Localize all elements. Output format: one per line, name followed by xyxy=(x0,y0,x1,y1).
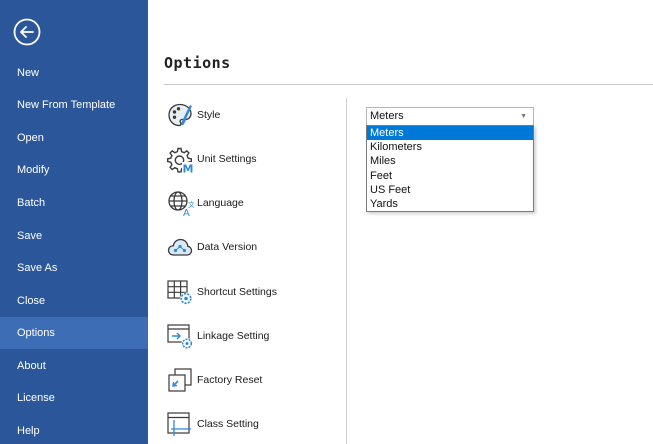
keyboard-gear-icon xyxy=(167,280,192,305)
unit-select[interactable]: Meters ▼ xyxy=(366,107,534,126)
sidebar-item-new[interactable]: New xyxy=(0,57,148,89)
category-shortcut-settings[interactable]: Shortcut Settings xyxy=(166,277,277,307)
svg-text:A: A xyxy=(183,208,190,217)
cloud-icon xyxy=(167,238,193,256)
unit-option-us-feet[interactable]: US Feet xyxy=(367,183,533,197)
svg-text:文: 文 xyxy=(188,200,194,209)
sidebar-item-help[interactable]: Help xyxy=(0,415,148,444)
unit-select-value: Meters xyxy=(370,110,404,122)
category-factory-reset-label: Factory Reset xyxy=(197,374,263,386)
category-data-version[interactable]: Data Version xyxy=(166,232,257,262)
category-linkage-setting[interactable]: Linkage Setting xyxy=(166,321,269,351)
sidebar-item-license[interactable]: License xyxy=(0,382,148,414)
sidebar-item-options[interactable]: Options xyxy=(0,317,148,349)
category-shortcut-settings-label: Shortcut Settings xyxy=(197,286,277,298)
sidebar-item-save-as[interactable]: Save As xyxy=(0,252,148,284)
window-link-icon xyxy=(167,324,193,349)
backstage-sidebar: New New From Template Open Modify Batch … xyxy=(0,0,148,444)
category-linkage-setting-label: Linkage Setting xyxy=(197,330,270,342)
sidebar-item-modify[interactable]: Modify xyxy=(0,154,148,186)
category-style-label: Style xyxy=(197,109,221,121)
sidebar-item-close[interactable]: Close xyxy=(0,285,148,317)
unit-option-miles[interactable]: Miles xyxy=(367,154,533,168)
page-title: Options xyxy=(164,54,231,72)
palette-icon xyxy=(168,103,192,127)
category-style[interactable]: Style xyxy=(166,100,220,130)
gear-m-icon: M xyxy=(167,147,194,174)
unit-dropdown-list: Meters Kilometers Miles Feet US Feet Yar… xyxy=(366,125,534,212)
category-factory-reset[interactable]: Factory Reset xyxy=(166,365,262,395)
sidebar-item-new-from-template[interactable]: New From Template xyxy=(0,89,148,121)
svg-text:M: M xyxy=(183,163,194,174)
unit-option-meters[interactable]: Meters xyxy=(367,126,533,141)
globe-icon: A 文 xyxy=(168,191,194,217)
unit-option-feet[interactable]: Feet xyxy=(367,169,533,183)
unit-option-yards[interactable]: Yards xyxy=(367,197,533,211)
category-unit-settings-label: Unit Settings xyxy=(197,153,257,165)
window-grid-icon xyxy=(167,412,191,436)
category-language[interactable]: A 文 Language xyxy=(166,188,244,218)
sidebar-item-batch[interactable]: Batch xyxy=(0,187,148,219)
title-divider xyxy=(164,84,653,85)
category-language-label: Language xyxy=(197,197,244,209)
category-data-version-label: Data Version xyxy=(197,241,258,253)
reset-icon xyxy=(168,368,192,392)
sidebar-item-save[interactable]: Save xyxy=(0,220,148,252)
sidebar-item-open[interactable]: Open xyxy=(0,122,148,154)
panel-divider xyxy=(346,98,347,444)
category-unit-settings[interactable]: M Unit Settings xyxy=(166,144,257,174)
sidebar-item-about[interactable]: About xyxy=(0,350,148,382)
category-class-setting[interactable]: Class Setting xyxy=(166,409,259,439)
back-arrow-circle-icon[interactable] xyxy=(13,18,41,46)
category-class-setting-label: Class Setting xyxy=(197,418,259,430)
unit-option-kilometers[interactable]: Kilometers xyxy=(367,140,533,154)
chevron-down-icon[interactable]: ▼ xyxy=(520,108,527,125)
